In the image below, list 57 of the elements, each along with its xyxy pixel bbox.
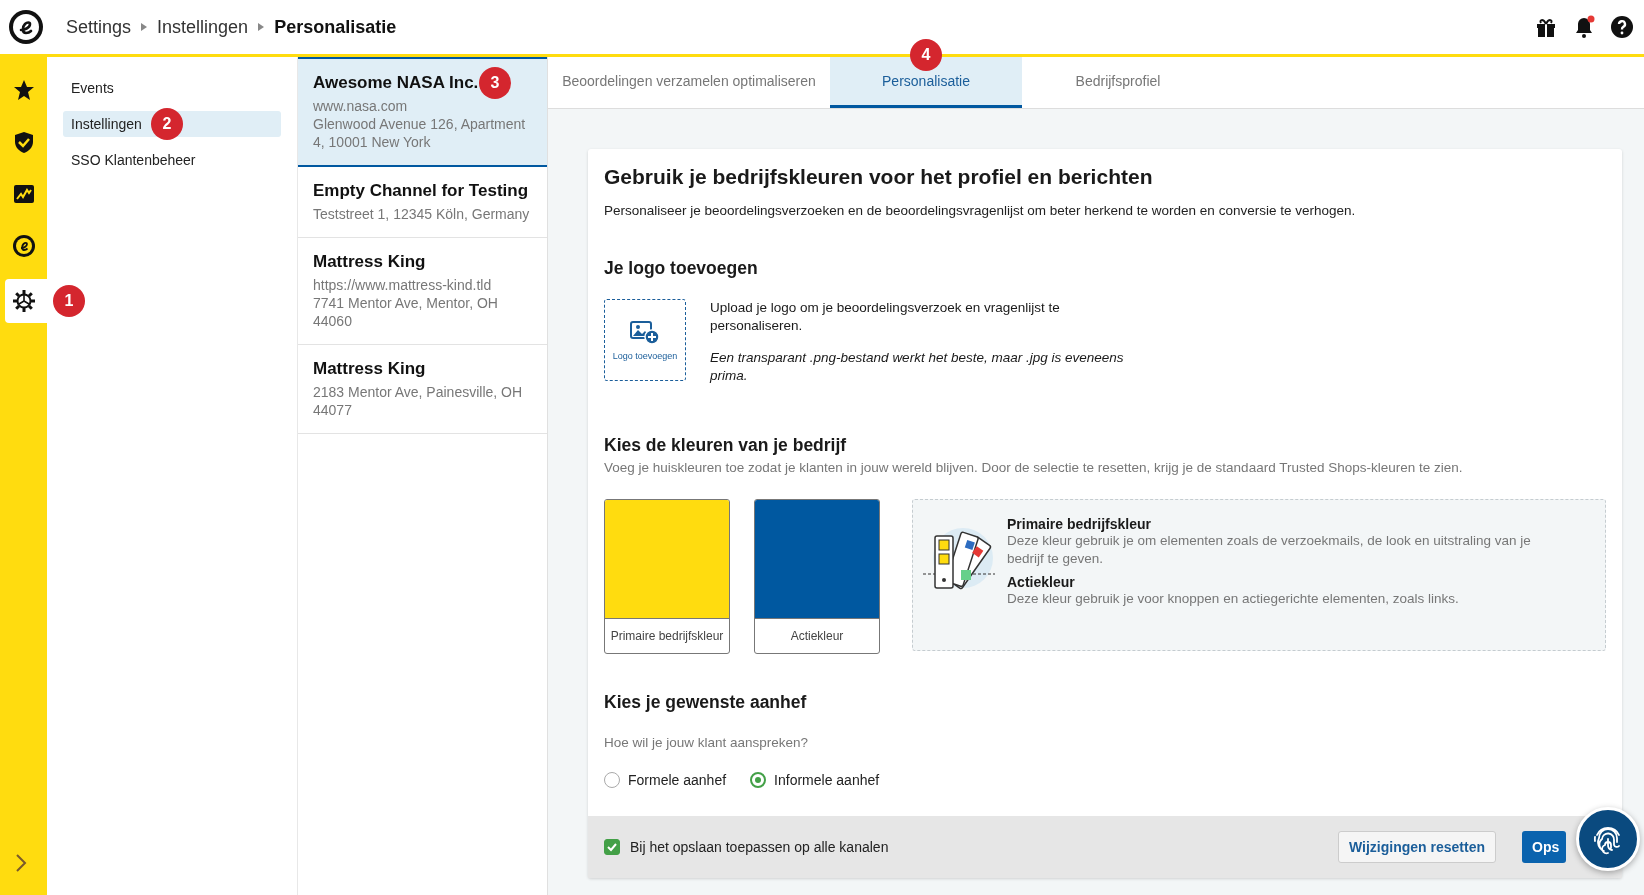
channel-detail: Teststreet 1, 12345 Köln, Germany: [313, 205, 531, 223]
chevron-right-icon[interactable]: [15, 853, 27, 873]
channel-item[interactable]: Mattress King https://www.mattress-kind.tld 7741 Mentor Ave, Mentor, OH 44060: [298, 238, 547, 345]
radio-option[interactable]: Informele aanhef: [750, 772, 880, 788]
channel-name: Mattress King: [313, 252, 426, 271]
chart-icon[interactable]: [11, 182, 36, 206]
info-title: Actiekleur: [1007, 574, 1076, 590]
channel-name: Mattress King: [313, 359, 426, 378]
section-title: Gebruik je bedrijfskleuren voor het profiel en berichten: [604, 165, 1154, 189]
checkbox-label: Bij het opslaan toepassen op alle kanalen: [630, 839, 889, 855]
image-add-icon: [630, 319, 660, 345]
channel-detail: https://www.mattress-kind.tld: [313, 276, 493, 294]
upload-instruction: Upload je logo om je beoordelingsverzoek en vragenlijst te personaliseren.: [710, 299, 1061, 335]
channel-detail: www.nasa.com: [313, 97, 409, 115]
nav-item[interactable]: Events: [63, 75, 281, 101]
nav-item[interactable]: Instellingen 2: [63, 111, 281, 137]
step-marker: 1: [53, 285, 85, 317]
step-marker: 4: [910, 39, 942, 71]
info-title: Primaire bedrijfskleur: [1007, 516, 1152, 532]
channel-detail: 2183 Mentor Ave, Painesville, OH 44077: [313, 383, 524, 419]
nav-item[interactable]: SSO Klantenbeheer: [63, 147, 281, 173]
breadcrumb-item: Personalisatie: [274, 16, 397, 38]
channel-name: Awesome NASA Inc.: [313, 73, 479, 92]
brand-logo: [8, 9, 44, 45]
info-text: Deze kleur gebruik je voor knoppen en actiegerichte elementen, zoals links.: [1007, 590, 1460, 608]
tab[interactable]: Beoordelingen verzamelen optimaliseren: [548, 57, 830, 108]
save-button[interactable]: Ops: [1522, 831, 1566, 863]
reset-button[interactable]: Wijzigingen resetten: [1338, 831, 1496, 863]
question-text: Hoe wil je jouw klant aanspreken?: [604, 735, 810, 750]
channel-item[interactable]: Empty Channel for Testing Teststreet 1, 12345 Köln, Germany: [298, 167, 547, 238]
section-description: Voeg je huiskleuren toe zodat je klanten in jouw wereld blijven. Door de selectie te resetten, krijg je de standaard Trusted Shops-kleuren te zien.: [604, 460, 1464, 475]
settings-icon[interactable]: [11, 289, 36, 313]
channel-detail: Glenwood Avenue 126, Apartment 4, 10001 New York: [313, 115, 527, 151]
upload-hint: Een transparant .png-bestand werkt het beste, maar .jpg is eveneens prima.: [710, 349, 1125, 385]
channel-item[interactable]: Mattress King 2183 Mentor Ave, Painesville, OH 44077: [298, 345, 547, 434]
section-heading: Kies de kleuren van je bedrijf: [604, 435, 848, 456]
description-text: Personaliseer je beoordelingsverzoeken en de beoordelingsvragenlijst om beter herkend te worden en conversie te verhogen.: [604, 203, 1357, 218]
channel-item[interactable]: Awesome NASA Inc. www.nasa.com Glenwood Avenue 126, Apartment 4, 10001 New York 3: [298, 57, 547, 167]
help-icon[interactable]: [1610, 15, 1634, 39]
checkbox[interactable]: [604, 839, 620, 855]
step-marker: 3: [479, 67, 511, 99]
tab[interactable]: Bedrijfsprofiel: [1022, 57, 1214, 108]
info-text: Deze kleur gebruik je om elementen zoals de verzoekmails, de look en uitstraling van je bedrijf te geven.: [1007, 532, 1532, 568]
breadcrumb-separator-icon: [258, 23, 265, 31]
step-marker: 2: [151, 108, 183, 140]
brand-logo-icon[interactable]: [11, 234, 36, 258]
channel-name: Empty Channel for Testing: [313, 181, 529, 200]
channel-detail: 7741 Mentor Ave, Mentor, OH 44060: [313, 294, 499, 330]
radio-option[interactable]: Formele aanhef: [604, 772, 727, 788]
section-heading: Kies je gewenste aanhef: [604, 692, 808, 713]
breadcrumb-item[interactable]: Settings: [66, 16, 132, 38]
breadcrumb-item[interactable]: Instellingen: [157, 16, 249, 38]
color-swatch[interactable]: Actiekleur: [754, 499, 880, 654]
logo-upload-button[interactable]: Logo toevoegen: [604, 299, 686, 381]
section-heading: Je logo toevoegen: [604, 258, 759, 279]
breadcrumb-separator-icon: [141, 23, 148, 31]
color-swatch[interactable]: Primaire bedrijfskleur: [604, 499, 730, 654]
